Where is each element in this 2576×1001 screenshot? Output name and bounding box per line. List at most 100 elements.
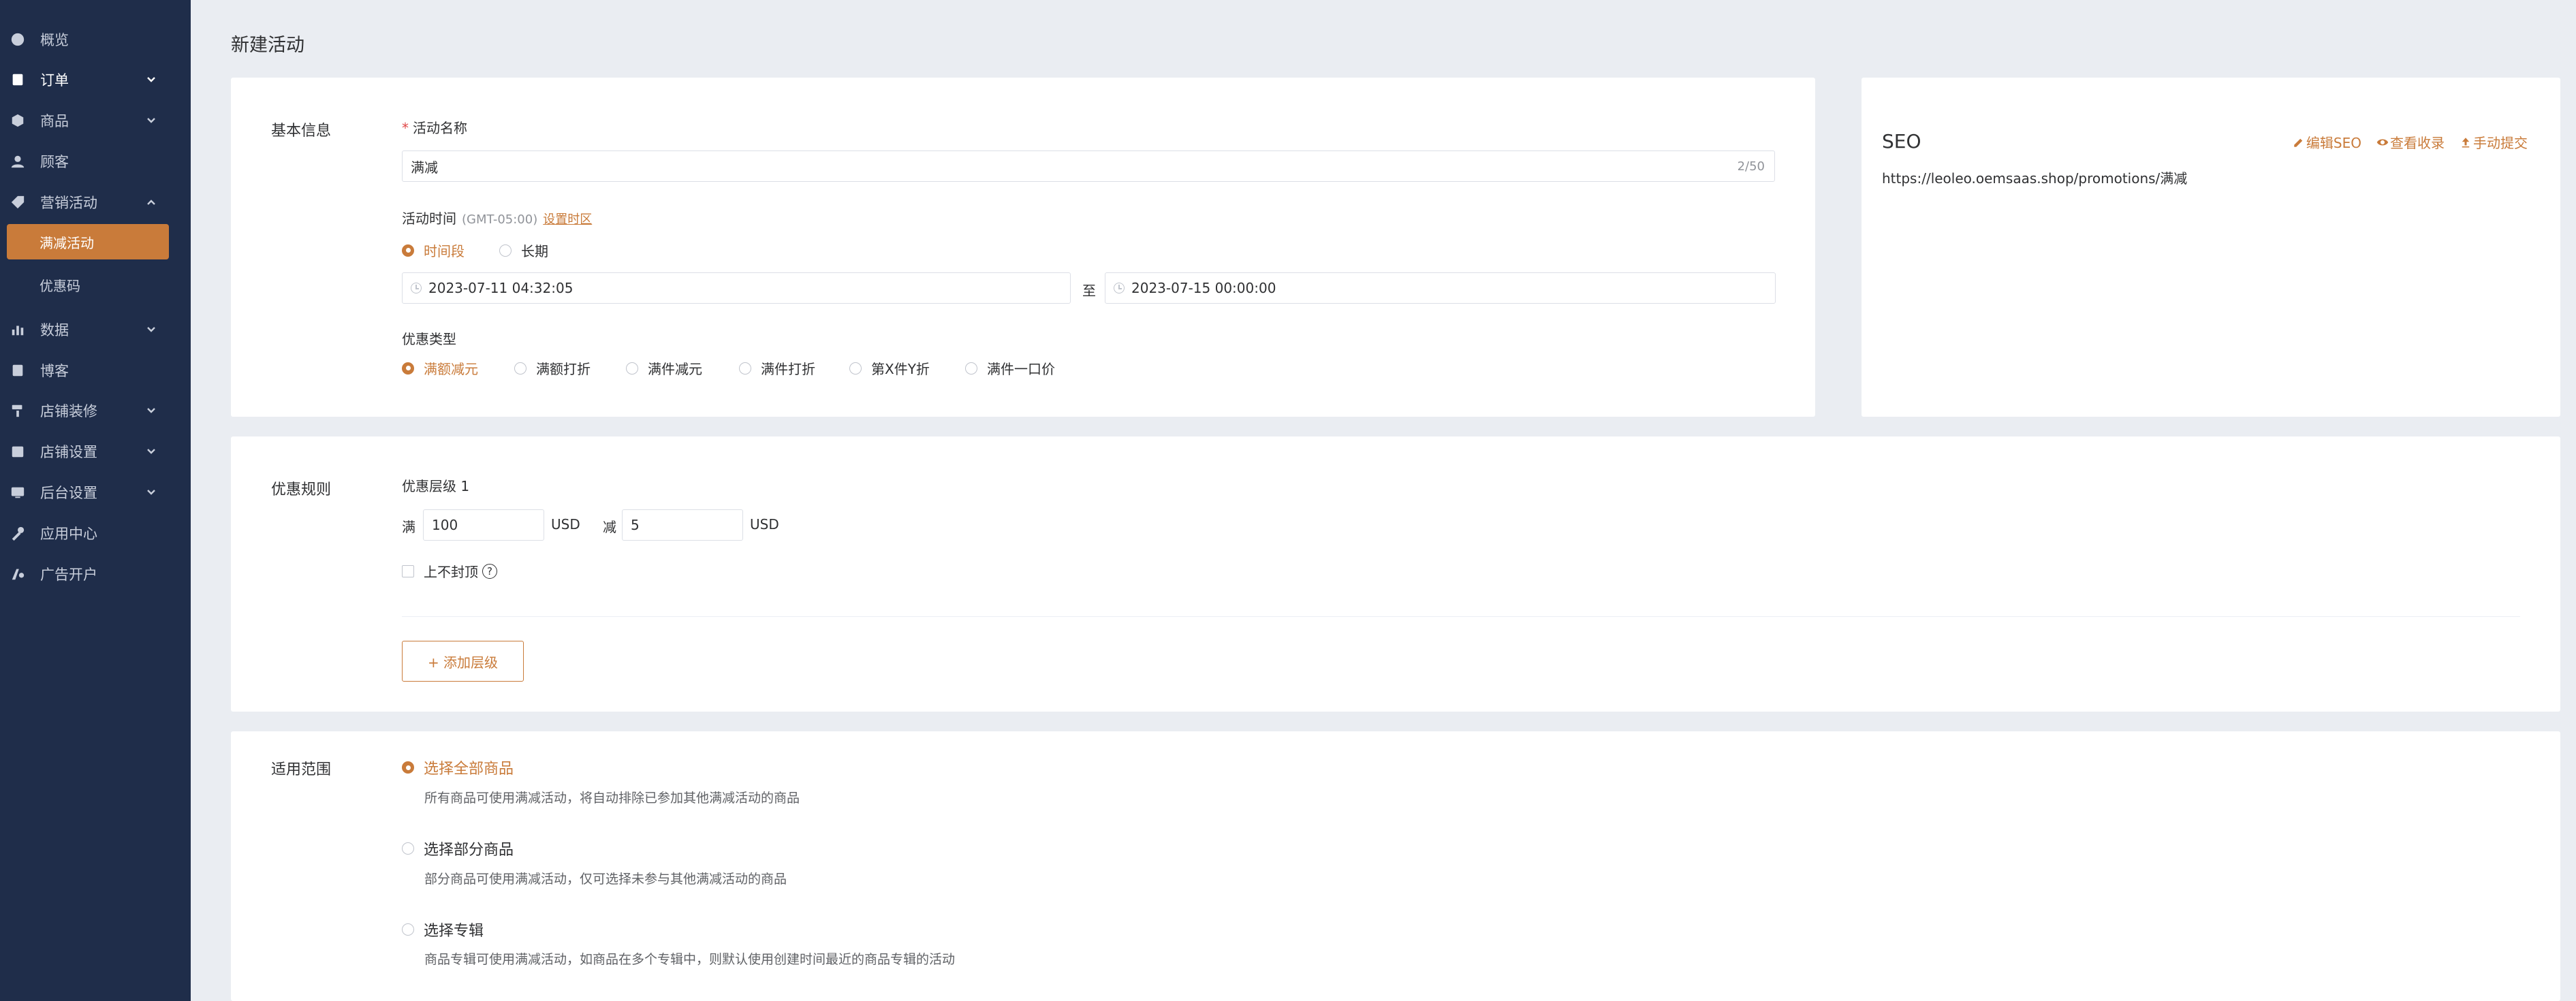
sidebar-subitem-full-reduction[interactable]: 满减活动 [7, 224, 169, 259]
manual-submit-link[interactable]: 手动提交 [2460, 132, 2528, 152]
radio-indicator [402, 842, 414, 855]
divider [402, 616, 2520, 617]
sidebar-item-products[interactable]: 商品 [0, 104, 191, 138]
scope-description: 商品专辑可使用满减活动，如商品在多个专辑中，则默认使用创建时间最近的商品专辑的活… [424, 952, 956, 967]
sidebar-subitem-coupon[interactable]: 优惠码 [40, 275, 80, 295]
sidebar-item-label: 商品 [40, 113, 69, 129]
sidebar-item-label: 数据 [40, 322, 69, 338]
chevron-down-icon [144, 445, 158, 458]
chevron-down-icon [144, 404, 158, 417]
sidebar-item-blog[interactable]: 博客 [0, 353, 191, 387]
sidebar: 概览 订单 商品 顾客 营销活动 满减活动 优惠码 数据 博客 店铺装修 店铺设… [0, 0, 191, 1001]
sidebar-item-orders[interactable]: 订单 [0, 63, 191, 97]
to-separator: 至 [1082, 283, 1096, 299]
blog-icon [9, 362, 27, 379]
chevron-down-icon [144, 486, 158, 499]
sidebar-item-label: 订单 [40, 72, 69, 89]
radio-indicator [499, 244, 512, 257]
clock-icon [1114, 283, 1125, 293]
scope-description: 所有商品可使用满减活动，将自动排除已参加其他满减活动的商品 [424, 791, 800, 806]
set-timezone-link[interactable]: 设置时区 [543, 212, 592, 227]
chevron-up-icon [144, 195, 158, 209]
ads-icon [9, 565, 27, 583]
sidebar-item-label: 营销活动 [40, 195, 97, 211]
edit-seo-link[interactable]: 编辑SEO [2293, 132, 2361, 152]
sidebar-item-label: 顾客 [40, 154, 69, 170]
page-title: 新建活动 [231, 35, 304, 56]
sidebar-item-label: 博客 [40, 363, 69, 379]
radio-discount-type[interactable]: 满额打折 [514, 358, 591, 378]
add-tier-button[interactable]: + 添加层级 [402, 641, 524, 682]
full-text: 满 [402, 519, 415, 535]
chevron-down-icon [144, 73, 158, 86]
radio-discount-type[interactable]: 满额减元 [402, 358, 478, 378]
tier-label: 优惠层级 1 [402, 478, 470, 494]
pencil-icon [2294, 138, 2303, 147]
discount-type-label: 优惠类型 [402, 331, 456, 347]
chevron-down-icon [144, 323, 158, 336]
sidebar-item-label: 概览 [40, 32, 69, 48]
sidebar-item-marketing[interactable]: 营销活动 [0, 185, 191, 219]
sidebar-item-ads[interactable]: 广告开户 [0, 557, 191, 591]
sidebar-item-label: 广告开户 [40, 567, 97, 583]
currency-label: USD [750, 516, 779, 533]
sidebar-item-app-center[interactable]: 应用中心 [0, 516, 191, 550]
radio-indicator [402, 362, 414, 375]
radio-indicator [402, 923, 414, 936]
order-icon [9, 71, 27, 89]
radio-indicator [514, 362, 527, 375]
store-settings-icon [9, 443, 27, 460]
view-index-link[interactable]: 查看收录 [2376, 132, 2445, 152]
help-icon[interactable]: ? [482, 563, 497, 579]
decoration-icon [9, 402, 27, 419]
data-icon [9, 321, 27, 338]
radio-discount-type[interactable]: 第X件Y折 [849, 358, 930, 378]
basic-info-card: 基本信息 * 活动名称 满减 2/50 活动时间 (GMT-05:00) 设置时区 时… [231, 78, 1815, 417]
activity-name-value: 满减 [411, 159, 438, 176]
checkbox-indicator [402, 565, 414, 577]
char-counter: 2/50 [1737, 159, 1765, 174]
clock-icon [411, 283, 422, 293]
chevron-down-icon [144, 114, 158, 127]
scope-card: 适用范围 选择全部商品 所有商品可使用满减活动，将自动排除已参加其他满减活动的商… [231, 731, 2560, 1001]
radio-partial-products[interactable]: 选择部分商品 [402, 838, 514, 859]
activity-time-label: 活动时间 (GMT-05:00) 设置时区 [402, 210, 593, 227]
sidebar-item-label: 应用中心 [40, 526, 97, 542]
radio-indicator [402, 244, 414, 257]
start-time-input[interactable]: 2023-07-11 04:32:05 [402, 272, 1071, 304]
marketing-icon [9, 193, 27, 211]
currency-label: USD [551, 516, 580, 533]
discount-rules-card: 优惠规则 优惠层级 1 满 100 USD 减 5 USD 上不封顶? + 添加… [231, 436, 2560, 712]
threshold-input[interactable]: 100 [423, 509, 544, 541]
admin-settings-icon [9, 483, 27, 501]
section-label-scope: 适用范围 [271, 761, 332, 778]
radio-indicator [849, 362, 862, 375]
product-icon [9, 112, 27, 129]
sidebar-item-customers[interactable]: 顾客 [0, 144, 191, 178]
radio-indicator [965, 362, 977, 375]
sidebar-item-overview[interactable]: 概览 [0, 22, 191, 57]
radio-long-term[interactable]: 长期 [499, 240, 548, 260]
sidebar-item-admin-settings[interactable]: 后台设置 [0, 475, 191, 509]
radio-all-products[interactable]: 选择全部商品 [402, 757, 514, 778]
sidebar-item-store-settings[interactable]: 店铺设置 [0, 434, 191, 468]
radio-discount-type[interactable]: 满件打折 [739, 358, 815, 378]
app-center-icon [9, 524, 27, 542]
radio-time-period[interactable]: 时间段 [402, 240, 465, 260]
radio-discount-type[interactable]: 满件一口价 [965, 358, 1055, 378]
radio-indicator [626, 362, 638, 375]
sidebar-item-data[interactable]: 数据 [0, 313, 191, 347]
activity-name-input[interactable]: 满减 2/50 [402, 150, 1775, 182]
required-mark: * [402, 120, 409, 136]
end-time-input[interactable]: 2023-07-15 00:00:00 [1105, 272, 1776, 304]
sidebar-item-label: 店铺设置 [40, 444, 97, 460]
amount-input[interactable]: 5 [622, 509, 743, 541]
radio-collection[interactable]: 选择专辑 [402, 919, 484, 940]
no-cap-checkbox[interactable]: 上不封顶? [402, 561, 497, 581]
radio-discount-type[interactable]: 满件减元 [626, 358, 702, 378]
seo-title: SEO [1882, 130, 1921, 153]
dashboard-icon [9, 31, 27, 48]
section-label-basic: 基本信息 [271, 123, 332, 140]
customer-icon [9, 153, 27, 170]
sidebar-item-decoration[interactable]: 店铺装修 [0, 394, 191, 428]
